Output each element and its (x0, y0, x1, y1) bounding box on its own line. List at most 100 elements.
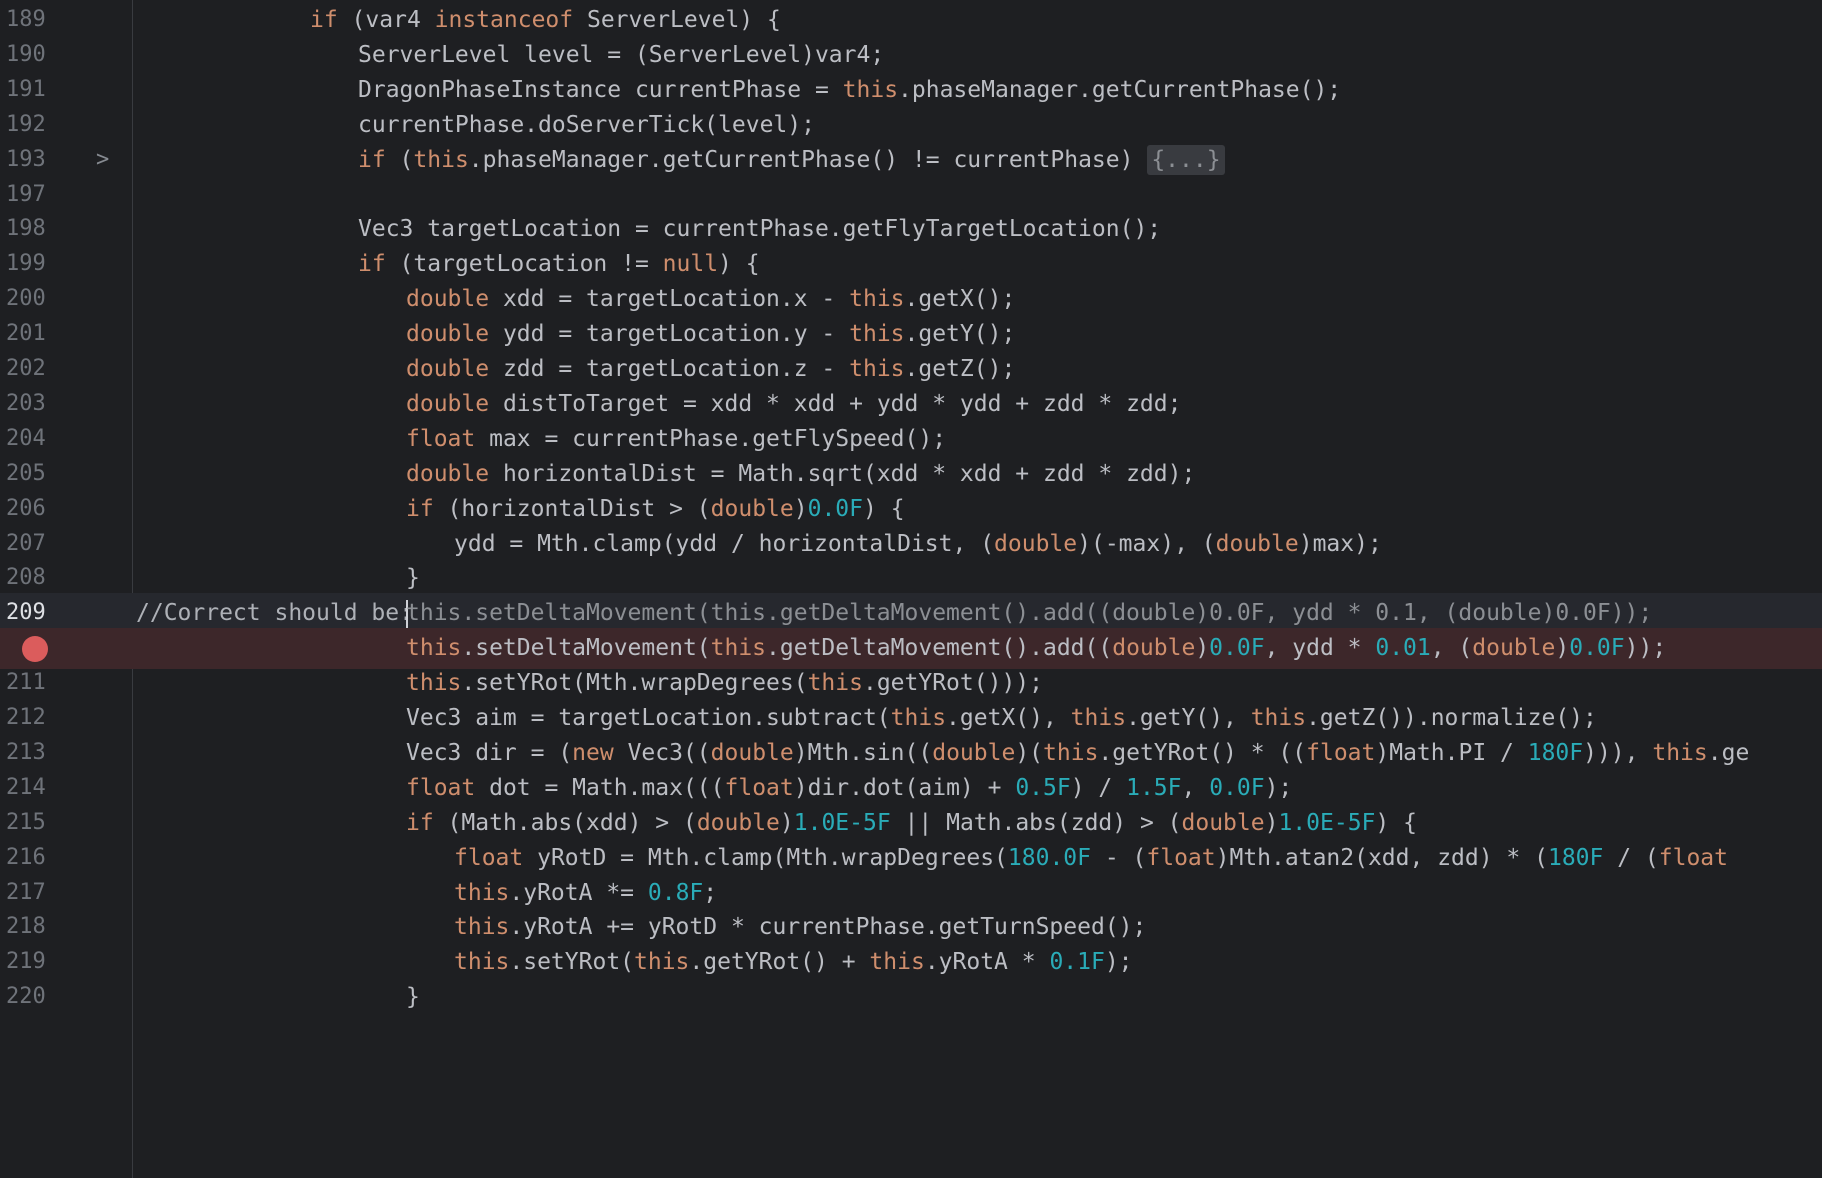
number-literal: 0.0F (1569, 635, 1625, 662)
code-token: zdd = targetLocation.z - (489, 356, 850, 382)
keyword: if (358, 146, 386, 173)
keyword: double (994, 530, 1078, 557)
code-token: ( (385, 146, 414, 173)
keyword: this (710, 635, 767, 662)
code-token: .getX(); (904, 286, 1016, 313)
keyword: float (406, 774, 476, 801)
code-token: - ( (1091, 844, 1147, 871)
code-token: .getZ(); (904, 356, 1016, 382)
keyword: this (849, 356, 905, 382)
code-token: .yRotA *= (509, 879, 648, 906)
number-literal: 180F (1527, 739, 1584, 766)
code-token: .ge (1707, 739, 1750, 766)
code-token: (horizontalDist > ( (433, 495, 711, 522)
code-token: ServerLevel) { (573, 7, 781, 33)
keyword: this (1043, 739, 1099, 766)
folded-code-region[interactable]: {...} (1147, 144, 1225, 175)
keyword: if (358, 251, 386, 278)
code-token: Vec3 targetLocation = currentPhase.getFl… (358, 216, 1162, 243)
code-token: .getX(), (946, 705, 1071, 731)
keyword: this (869, 949, 925, 976)
code-token: )Mth.atan2(xdd, zdd) * ( (1215, 844, 1548, 871)
code-token: ydd = Mth.clamp(ydd / horizontalDist, ( (454, 530, 995, 557)
code-token: } (406, 565, 420, 592)
keyword: double (1472, 635, 1556, 662)
keyword: float (1306, 739, 1376, 766)
code-token: , (1181, 774, 1210, 801)
code-token: dot = Math.max((( (475, 774, 725, 801)
code-token: ) / (1070, 774, 1127, 801)
keyword: double (406, 356, 490, 382)
keyword: if (406, 495, 434, 522)
keyword: float (724, 774, 794, 801)
keyword: double (406, 286, 490, 313)
keyword: if (406, 809, 434, 836)
line-number: 220 (6, 984, 46, 1010)
keyword: double (696, 809, 780, 836)
keyword: float (1658, 844, 1729, 871)
keyword: this (454, 879, 510, 906)
code-token: .setYRot( (509, 949, 635, 976)
keyword: this (849, 321, 905, 348)
code-editor[interactable]: 189 if (var4 instanceof ServerLevel) { 1… (0, 0, 1822, 1178)
code-token: .getZ()).normalize(); (1306, 705, 1597, 731)
code-token: ) { (718, 251, 760, 278)
code-token: DragonPhaseInstance currentPhase = (358, 76, 843, 103)
keyword: this (454, 914, 510, 941)
code-token: .setDeltaMovement( (461, 635, 711, 662)
number-literal: 0.5F (1015, 774, 1071, 801)
keyword: double (1112, 635, 1196, 662)
number-literal: 0.0F (807, 495, 863, 522)
code-token: , ydd * (1264, 635, 1376, 662)
code-token: .setYRot(Mth.wrapDegrees( (461, 670, 808, 697)
code-token: ))), (1583, 739, 1653, 766)
code-token: / ( (1603, 844, 1659, 871)
code-token: ; (703, 879, 718, 906)
code-token: )Math.PI / (1375, 739, 1528, 766)
number-literal: 1.0E-5F (793, 809, 891, 836)
number-literal: 1.0E-5F (1278, 809, 1376, 836)
code-text[interactable]: } (406, 977, 420, 1018)
code-token: Vec3 dir = ( (406, 739, 573, 766)
code-token: ) { (863, 495, 905, 522)
code-token: .phaseManager.getCurrentPhase(); (898, 76, 1342, 103)
keyword: this (842, 76, 899, 103)
keyword: double (1215, 530, 1299, 557)
code-token: .phaseManager.getCurrentPhase() != curre… (468, 146, 1148, 173)
code-token: (Math.abs(xdd) > ( (433, 809, 697, 836)
keyword: float (406, 425, 476, 452)
code-token: .yRotA += yRotD * currentPhase.getTurnSp… (509, 914, 1147, 941)
code-token: ) (793, 495, 808, 522)
code-token: ydd = targetLocation.y - (489, 321, 850, 348)
number-literal: 0.8F (647, 879, 704, 906)
keyword: this (807, 670, 863, 697)
number-literal: 0.0F (1209, 774, 1265, 801)
code-token: .yRotA * (924, 949, 1050, 976)
code-token: )); (1624, 635, 1667, 662)
code-token: )Mth.sin(( (793, 739, 933, 766)
code-token: currentPhase.doServerTick(level); (358, 111, 815, 138)
number-literal: 0.0F (1209, 635, 1265, 662)
code-token: Vec3(( (613, 739, 711, 766)
keyword: double (406, 460, 490, 487)
code-token: .getYRot() * (( (1098, 739, 1307, 766)
keyword: this (849, 286, 905, 313)
keyword: this (890, 705, 947, 731)
code-line[interactable]: 220 } (0, 977, 1822, 1018)
code-token: ) (1195, 635, 1210, 662)
keyword: double (406, 390, 490, 417)
code-token: (var4 (337, 7, 435, 33)
number-literal: 180F (1547, 844, 1604, 871)
breakpoint-icon[interactable] (22, 636, 48, 663)
code-token: .getY(), (1126, 705, 1251, 731)
number-literal: 0.01 (1375, 635, 1431, 662)
keyword: if (310, 7, 338, 33)
keyword: float (1146, 844, 1216, 871)
keyword: double (710, 739, 794, 766)
keyword: null (662, 251, 719, 278)
code-token: ); (1104, 949, 1133, 976)
keyword: this (406, 635, 462, 662)
keyword: this (413, 146, 469, 173)
keyword: this (406, 670, 462, 697)
code-token: max = currentPhase.getFlySpeed(); (475, 425, 947, 452)
